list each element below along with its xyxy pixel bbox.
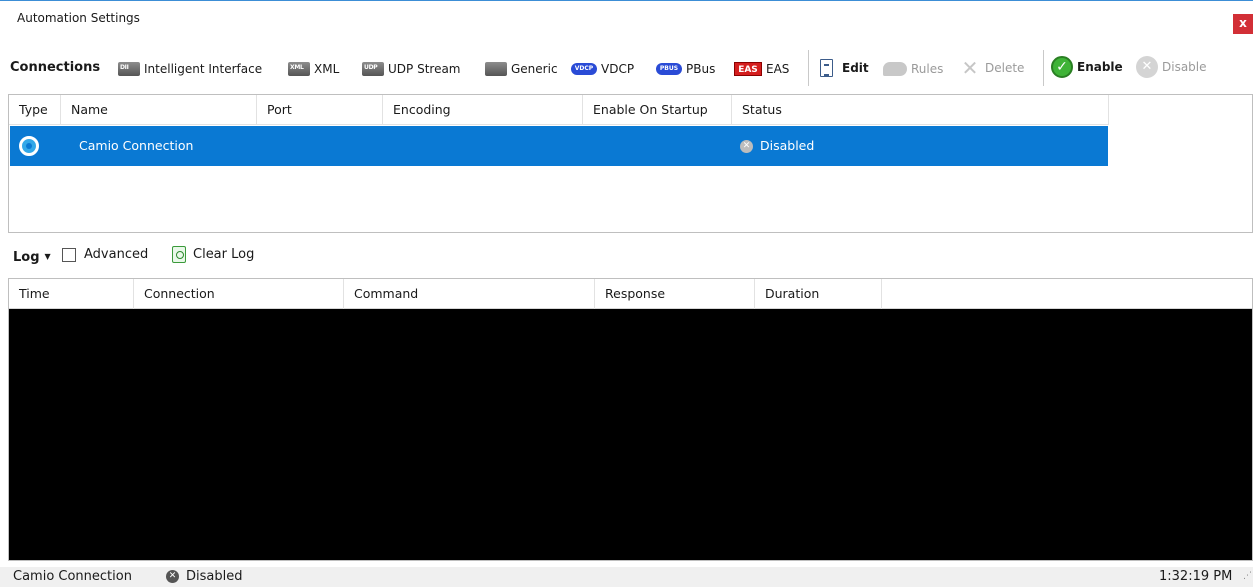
delete-button[interactable]: ✕ Delete [959, 56, 1025, 80]
column-header-encoding[interactable]: Encoding [383, 95, 583, 125]
xml-label: XML [314, 62, 340, 76]
checkmark-icon: ✓ [1051, 56, 1073, 78]
column-header-connection[interactable]: Connection [134, 279, 344, 309]
enable-label: Enable [1077, 60, 1123, 74]
title-bar: Automation Settings x [0, 0, 1253, 38]
disabled-status-icon: ✕ [166, 570, 179, 583]
pbus-label: PBus [686, 62, 716, 76]
column-header-type[interactable]: Type [9, 95, 61, 125]
connections-table-header: Type Name Port Encoding Enable On Startu… [9, 95, 1109, 125]
rules-button[interactable]: Rules [883, 60, 943, 78]
close-button[interactable]: x [1233, 14, 1253, 34]
log-label: Log [13, 250, 40, 265]
add-vdcp-button[interactable]: VDCP VDCP [571, 60, 634, 78]
delete-label: Delete [985, 61, 1025, 75]
monitor-icon [485, 62, 507, 76]
resize-grip-icon[interactable]: ⋰ [1243, 571, 1252, 581]
disable-button[interactable]: ✕ Disable [1136, 56, 1207, 78]
monitor-icon: UDP [362, 62, 384, 76]
row-status: ✕ Disabled [740, 126, 814, 166]
status-state: ✕ Disabled [166, 569, 242, 584]
row-status-text: Disabled [760, 138, 815, 153]
add-udp-stream-button[interactable]: UDP UDP Stream [362, 60, 461, 78]
status-bar: Camio Connection ✕ Disabled 1:32:19 PM ⋰ [0, 567, 1253, 587]
add-eas-button[interactable]: EAS EAS [734, 60, 789, 78]
column-header-name[interactable]: Name [61, 95, 257, 125]
edit-label: Edit [842, 61, 869, 75]
delete-x-icon: ✕ [961, 56, 979, 80]
add-pbus-button[interactable]: PBUS PBus [656, 60, 715, 78]
edit-button[interactable]: Edit [820, 59, 869, 77]
advanced-checkbox[interactable] [62, 248, 76, 262]
intelligent-interface-label: Intelligent Interface [144, 62, 263, 76]
eas-label: EAS [766, 62, 790, 76]
window-title: Automation Settings [17, 11, 140, 25]
disable-label: Disable [1162, 60, 1207, 74]
column-header-command[interactable]: Command [344, 279, 595, 309]
log-toolbar: Log ▼ Advanced Clear Log [0, 240, 1253, 270]
eas-icon: EAS [734, 62, 762, 76]
rules-label: Rules [911, 62, 944, 76]
pbus-icon: PBUS [656, 63, 682, 75]
column-header-time[interactable]: Time [9, 279, 134, 309]
column-header-response[interactable]: Response [595, 279, 755, 309]
disable-icon: ✕ [1136, 56, 1158, 78]
camio-icon [19, 136, 39, 156]
column-header-status[interactable]: Status [732, 95, 1109, 125]
row-name: Camio Connection [79, 138, 194, 153]
toolbar-separator [808, 50, 809, 86]
log-table-header: Time Connection Command Response Duratio… [9, 279, 1252, 309]
log-table: Time Connection Command Response Duratio… [8, 278, 1253, 561]
generic-label: Generic [511, 62, 558, 76]
column-header-duration[interactable]: Duration [755, 279, 882, 309]
monitor-icon: DII [118, 62, 140, 76]
column-header-enable-on-startup[interactable]: Enable On Startup [583, 95, 732, 125]
status-state-text: Disabled [186, 569, 243, 584]
clear-log-button[interactable]: Clear Log [193, 247, 254, 262]
advanced-label[interactable]: Advanced [84, 247, 148, 262]
status-connection: Camio Connection [13, 569, 132, 584]
status-time: 1:32:19 PM [1159, 569, 1233, 584]
add-xml-button[interactable]: XML XML [288, 60, 339, 78]
column-header-port[interactable]: Port [257, 95, 383, 125]
vdcp-label: VDCP [601, 62, 635, 76]
toolbar-separator [1043, 50, 1044, 86]
add-intelligent-interface-button[interactable]: DII Intelligent Interface [118, 60, 262, 78]
enable-button[interactable]: ✓ Enable [1051, 56, 1123, 78]
connections-heading: Connections [10, 60, 101, 75]
monitor-icon: XML [288, 62, 310, 76]
connections-table: Type Name Port Encoding Enable On Startu… [8, 94, 1253, 233]
chevron-down-icon: ▼ [44, 252, 51, 261]
document-icon [820, 59, 833, 77]
recycle-bin-icon[interactable] [172, 246, 186, 263]
speech-bubble-icon [883, 62, 907, 76]
udp-stream-label: UDP Stream [388, 62, 461, 76]
vdcp-icon: VDCP [571, 63, 597, 75]
add-generic-button[interactable]: Generic [485, 60, 558, 78]
log-dropdown[interactable]: Log ▼ [13, 250, 51, 265]
table-row[interactable]: Camio Connection ✕ Disabled [10, 126, 1108, 166]
disabled-status-icon: ✕ [740, 140, 753, 153]
